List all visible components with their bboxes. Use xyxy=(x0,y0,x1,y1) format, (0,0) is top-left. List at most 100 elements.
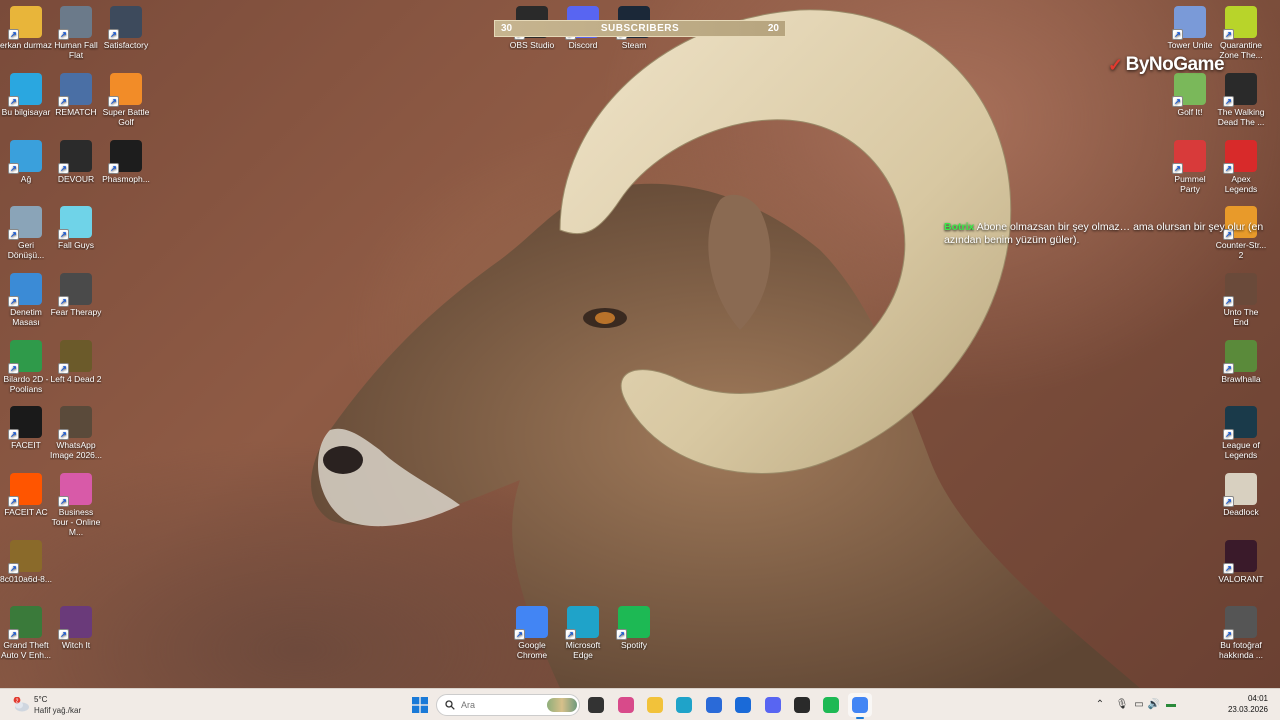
desktop-shortcut-apex-legends[interactable]: ↗ Apex Legends xyxy=(1215,140,1267,194)
desktop-shortcut-the-walking-dead-the[interactable]: ↗ The Walking Dead The ... xyxy=(1215,73,1267,127)
desktop-shortcut-league-of-legends[interactable]: ↗ League of Legends xyxy=(1215,406,1267,460)
desktop-shortcut-label: Unto The End xyxy=(1223,307,1259,327)
taskbar-app-discord[interactable] xyxy=(761,693,785,717)
desktop-shortcut-satisfactory[interactable]: ↗ Satisfactory xyxy=(100,6,152,50)
shortcut-arrow-icon: ↗ xyxy=(1223,96,1234,107)
shortcut-arrow-icon: ↗ xyxy=(514,629,525,640)
desktop-shortcut-left-4-dead-2[interactable]: ↗ Left 4 Dead 2 xyxy=(50,340,102,384)
desktop-shortcut-faceit-ac[interactable]: ↗ FACEIT AC xyxy=(0,473,52,517)
satisfactory-icon: ↗ xyxy=(108,6,142,40)
desktop-shortcut-human-fall-flat[interactable]: ↗ Human Fall Flat xyxy=(50,6,102,60)
desktop-shortcut-google-chrome[interactable]: ↗ Google Chrome xyxy=(506,606,558,660)
desktop-shortcut-phasmoph[interactable]: ↗ Phasmoph... xyxy=(100,140,152,184)
shortcut-arrow-icon: ↗ xyxy=(1172,96,1183,107)
desktop-shortcut-unto-the-end[interactable]: ↗ Unto The End xyxy=(1215,273,1267,327)
chat-username: Botrix xyxy=(944,221,975,233)
faceit-icon: ↗ xyxy=(8,406,42,440)
start-icon xyxy=(412,697,428,713)
taskbar-app-spotify[interactable] xyxy=(819,693,843,717)
battery-icon[interactable]: ▬ xyxy=(1164,698,1178,712)
subscribers-right-count: 20 xyxy=(767,23,779,34)
chevron-up-icon[interactable]: ⌃ xyxy=(1093,698,1107,712)
desktop-shortcut-label: OBS Studio xyxy=(509,40,555,50)
microphone-icon[interactable]: 🎙 xyxy=(1115,698,1129,712)
weather-widget[interactable]: 2 5°C Hafif yağ./kar xyxy=(10,692,120,718)
desktop-shortcut-bilardo-2d-poolians[interactable]: ↗ Bilardo 2D - Poolians xyxy=(0,340,52,394)
desktop-shortcut-label: Tower Unite xyxy=(1167,40,1213,50)
taskbar-search[interactable] xyxy=(436,694,580,716)
desktop-shortcut-whatsapp-image-2026[interactable]: ↗ WhatsApp Image 2026... xyxy=(50,406,102,460)
clock-date: 23.03.2026 xyxy=(1227,705,1268,714)
league-icon: ↗ xyxy=(1223,406,1257,440)
desktop-shortcut-bu-bilgisayar[interactable]: ↗ Bu bilgisayar xyxy=(0,73,52,117)
gta-icon: ↗ xyxy=(8,606,42,640)
desktop-shortcut-fear-therapy[interactable]: ↗ Fear Therapy xyxy=(50,273,102,317)
desktop-shortcut-devour[interactable]: ↗ DEVOUR xyxy=(50,140,102,184)
shortcut-arrow-icon: ↗ xyxy=(8,163,19,174)
desktop-shortcut-quarantine-zone-the[interactable]: ↗ Quarantine Zone The... xyxy=(1215,6,1267,60)
computer-icon: ↗ xyxy=(8,73,42,107)
chrome-icon: ↗ xyxy=(514,606,548,640)
clock[interactable]: 04:01 23.03.2026 xyxy=(1228,693,1268,715)
desktop-shortcut-pummel-party[interactable]: ↗ Pummel Party xyxy=(1164,140,1216,194)
taskbar-app-file-explorer[interactable] xyxy=(643,693,667,717)
desktop-shortcut-fall-guys[interactable]: ↗ Fall Guys xyxy=(50,206,102,250)
walking-dead-icon: ↗ xyxy=(1223,73,1257,107)
desktop-shortcut-erkan-durmaz[interactable]: ↗ erkan durmaz xyxy=(0,6,52,50)
recycle-bin-icon: ↗ xyxy=(8,206,42,240)
desktop-shortcut-label: Ağ xyxy=(20,174,32,184)
chat-message: Abone olmazsan bir şey olmaz… ama olursa… xyxy=(944,221,1264,246)
desktop-shortcut-label: Pummel Party xyxy=(1174,174,1206,194)
desktop-shortcut-tower-unite[interactable]: ↗ Tower Unite xyxy=(1164,6,1216,50)
obs-icon xyxy=(794,697,810,713)
desktop-shortcut-brawlhalla[interactable]: ↗ Brawlhalla xyxy=(1215,340,1267,384)
desktop-shortcut-label: FACEIT AC xyxy=(4,507,48,517)
desktop-shortcut-label: Fall Guys xyxy=(58,240,94,250)
desktop-shortcut-label: DEVOUR xyxy=(57,174,95,184)
desktop-shortcut-label: Bu bilgisayar xyxy=(1,107,51,117)
network-tray-icon[interactable]: ▭ xyxy=(1132,698,1146,712)
start-button[interactable] xyxy=(408,693,432,717)
desktop-shortcut-label: WhatsApp Image 2026... xyxy=(50,440,102,460)
volume-icon[interactable]: 🔊 xyxy=(1147,698,1161,712)
desktop-shortcut-a[interactable]: ↗ Ağ xyxy=(0,140,52,184)
desktop-shortcut-label: erkan durmaz xyxy=(0,40,52,50)
taskbar-app-outlook[interactable] xyxy=(731,693,755,717)
desktop-shortcut-faceit[interactable]: ↗ FACEIT xyxy=(0,406,52,450)
taskbar-app-store[interactable] xyxy=(702,693,726,717)
brand-mark-icon: ✓ xyxy=(1108,54,1123,75)
desktop-shortcut-valorant[interactable]: ↗ VALORANT xyxy=(1215,540,1267,584)
desktop-shortcut-spotify[interactable]: ↗ Spotify xyxy=(608,606,660,650)
shortcut-arrow-icon: ↗ xyxy=(58,363,69,374)
desktop-shortcut-label: VALORANT xyxy=(1218,574,1264,584)
desktop-shortcut-witch-it[interactable]: ↗ Witch It xyxy=(50,606,102,650)
taskbar-app-obs[interactable] xyxy=(790,693,814,717)
network-icon: ↗ xyxy=(8,140,42,174)
desktop-shortcut-super-battle-golf[interactable]: ↗ Super Battle Golf xyxy=(100,73,152,127)
desktop-shortcut-rematch[interactable]: ↗ REMATCH xyxy=(50,73,102,117)
taskbar-app-widgets[interactable] xyxy=(614,693,638,717)
unto-the-end-icon: ↗ xyxy=(1223,273,1257,307)
desktop-shortcut-label: Microsoft Edge xyxy=(565,640,601,660)
search-input[interactable] xyxy=(461,700,531,710)
left4dead-icon: ↗ xyxy=(58,340,92,374)
shortcut-arrow-icon: ↗ xyxy=(1223,363,1234,374)
desktop-shortcut-microsoft-edge[interactable]: ↗ Microsoft Edge xyxy=(557,606,609,660)
desktop-shortcut-denetim-masas[interactable]: ↗ Denetim Masası xyxy=(0,273,52,327)
weather-desc: Hafif yağ./kar xyxy=(34,706,82,715)
taskbar-app-edge[interactable] xyxy=(672,693,696,717)
desktop-shortcut-8c010a6d-8[interactable]: ↗ 8c010a6d-8... xyxy=(0,540,52,584)
desktop-shortcut-business-tour-online-m[interactable]: ↗ Business Tour - Online M... xyxy=(50,473,102,537)
desktop-shortcut-grand-theft-auto-v-enh[interactable]: ↗ Grand Theft Auto V Enh... xyxy=(0,606,52,660)
shortcut-arrow-icon: ↗ xyxy=(616,629,627,640)
golf-it-icon: ↗ xyxy=(1172,73,1206,107)
desktop-shortcut-bu-foto-raf-hakk-nda[interactable]: ↗ Bu fotoğraf hakkında ... xyxy=(1215,606,1267,660)
desktop-shortcut-geri-d-n[interactable]: ↗ Geri Dönüşü... xyxy=(0,206,52,260)
desktop-shortcut-deadlock[interactable]: ↗ Deadlock xyxy=(1215,473,1267,517)
desktop-shortcut-label: League of Legends xyxy=(1222,440,1260,460)
desktop-shortcut-golf-it[interactable]: ↗ Golf It! xyxy=(1164,73,1216,117)
taskbar-app-chrome[interactable] xyxy=(848,693,872,719)
desktop-shortcut-label: Human Fall Flat xyxy=(54,40,98,60)
task-view-icon xyxy=(588,697,604,713)
taskbar-app-task-view[interactable] xyxy=(584,693,608,717)
